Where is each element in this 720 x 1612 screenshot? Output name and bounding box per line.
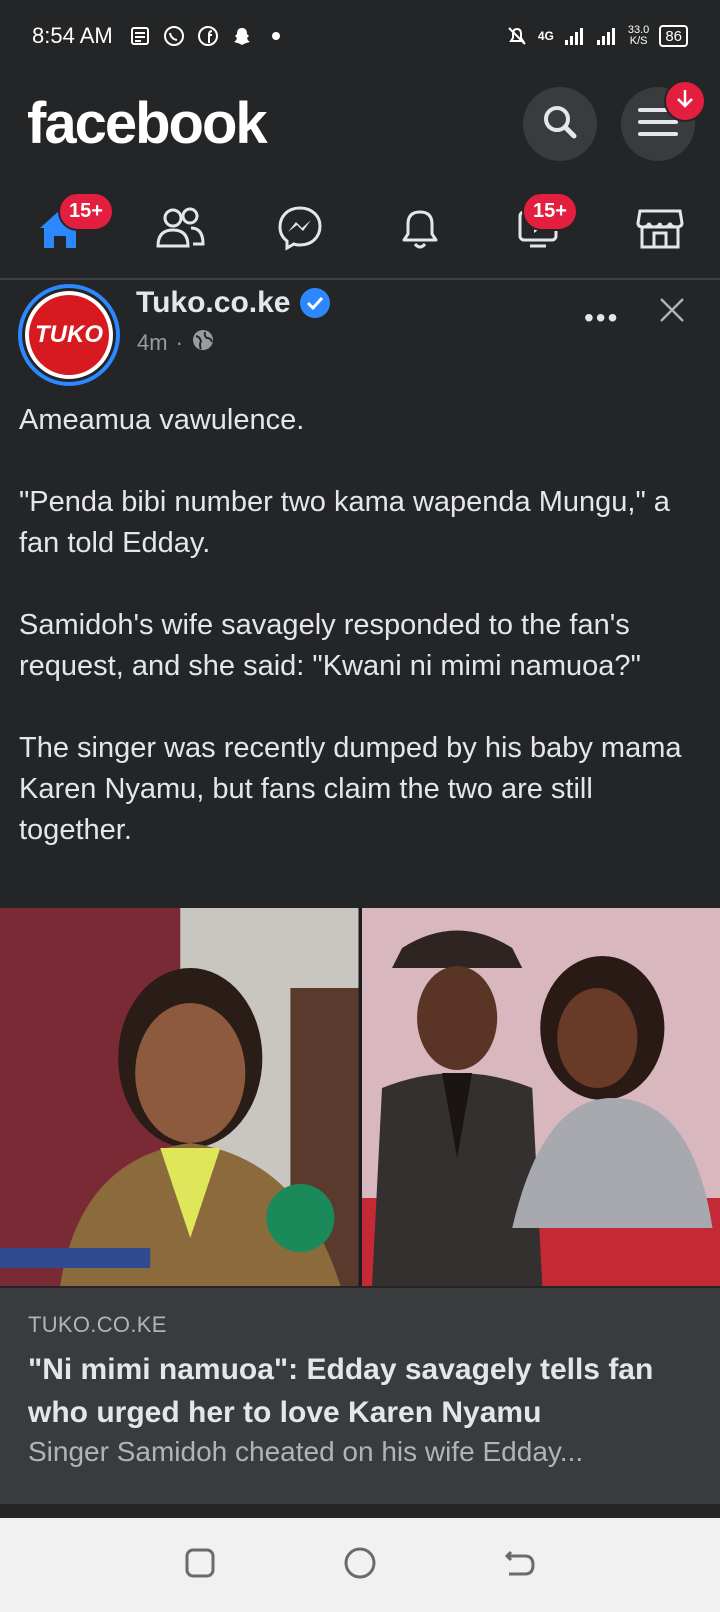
- back-arrow-icon: [503, 1548, 537, 1583]
- page-avatar[interactable]: TUKO: [18, 284, 120, 386]
- post-header: TUKO Tuko.co.ke 4m · •••: [0, 282, 720, 386]
- recents-button[interactable]: [178, 1543, 222, 1587]
- speed-unit: K/S: [629, 35, 648, 47]
- globe-icon: [191, 328, 215, 358]
- avatar-logo: TUKO: [29, 295, 109, 375]
- more-options-button[interactable]: •••: [584, 302, 619, 334]
- network-speed: 33.0 K/S: [628, 25, 649, 47]
- page-name[interactable]: Tuko.co.ke: [136, 286, 331, 320]
- watch-badge: 15+: [522, 192, 578, 231]
- tab-home[interactable]: 15+: [0, 182, 120, 278]
- tab-marketplace[interactable]: [600, 182, 720, 278]
- link-domain: TUKO.CO.KE: [28, 1312, 167, 1337]
- tab-friends[interactable]: [120, 182, 240, 278]
- post-meta: 4m ·: [137, 328, 215, 358]
- tab-watch[interactable]: 15+: [480, 182, 600, 278]
- tab-messenger[interactable]: [240, 182, 360, 278]
- verified-badge-icon: [300, 288, 331, 318]
- post-paragraph: Ameamua vawulence.: [19, 404, 305, 436]
- app-header: facebook: [0, 72, 720, 182]
- arrow-down-icon: [675, 88, 695, 115]
- mute-bell-icon: [506, 25, 528, 47]
- search-icon: [540, 102, 580, 147]
- hide-post-button[interactable]: [652, 292, 692, 332]
- store-icon: [636, 205, 684, 256]
- search-button[interactable]: [523, 87, 597, 161]
- post-paragraph: "Penda bibi number two kama wapenda Mung…: [19, 486, 670, 559]
- whatsapp-icon: [163, 25, 185, 47]
- avatar-frame: TUKO: [25, 291, 113, 379]
- facebook-logo[interactable]: facebook: [27, 90, 268, 157]
- dot-icon: [265, 25, 287, 47]
- link-headline: "Ni mimi namuoa": Edday savagely tells f…: [28, 1353, 654, 1429]
- link-preview-image[interactable]: [0, 908, 720, 1286]
- friends-icon: [155, 206, 205, 255]
- signal-icon: [564, 25, 586, 47]
- system-nav-bar: [0, 1518, 720, 1612]
- square-icon: [184, 1547, 216, 1584]
- home-badge: 15+: [58, 192, 114, 231]
- link-card[interactable]: TUKO.CO.KE "Ni mimi namuoa": Edday savag…: [0, 1288, 720, 1504]
- network-type: 4G: [537, 29, 554, 43]
- post-paragraph: Samidoh's wife savagely responded to the…: [19, 609, 641, 682]
- status-bar: 8:54 AM 4G 33.0 K/S 86: [0, 0, 720, 72]
- post-body: Ameamua vawulence. "Penda bibi number tw…: [19, 400, 709, 851]
- post-time[interactable]: 4m: [137, 330, 168, 356]
- page-name-text: Tuko.co.ke: [136, 286, 291, 319]
- post-paragraph: The singer was recently dumped by his ba…: [19, 732, 682, 846]
- download-badge[interactable]: [664, 80, 706, 122]
- photo-right: [361, 908, 720, 1286]
- circle-icon: [343, 1546, 377, 1585]
- messenger-icon: [276, 204, 324, 257]
- back-button[interactable]: [498, 1543, 542, 1587]
- status-time: 8:54 AM: [32, 23, 113, 48]
- tab-notifications[interactable]: [360, 182, 480, 278]
- close-icon: [658, 296, 686, 329]
- snapchat-icon: [231, 25, 253, 47]
- tab-bar: 15+ 15+: [0, 182, 720, 280]
- battery-indicator: 86: [659, 25, 688, 47]
- bell-icon: [398, 204, 442, 257]
- status-app-icons: [129, 25, 287, 47]
- photo-left: [0, 908, 359, 1286]
- signal-icon-2: [596, 25, 618, 47]
- home-system-button[interactable]: [338, 1543, 382, 1587]
- next-post-peek: [0, 1504, 720, 1518]
- meta-separator: ·: [175, 330, 183, 355]
- status-right: 4G 33.0 K/S 86: [506, 25, 688, 47]
- news-icon: [129, 25, 151, 47]
- facebook-small-icon: [197, 25, 219, 47]
- link-snippet: Singer Samidoh cheated on his wife Edday…: [28, 1436, 584, 1467]
